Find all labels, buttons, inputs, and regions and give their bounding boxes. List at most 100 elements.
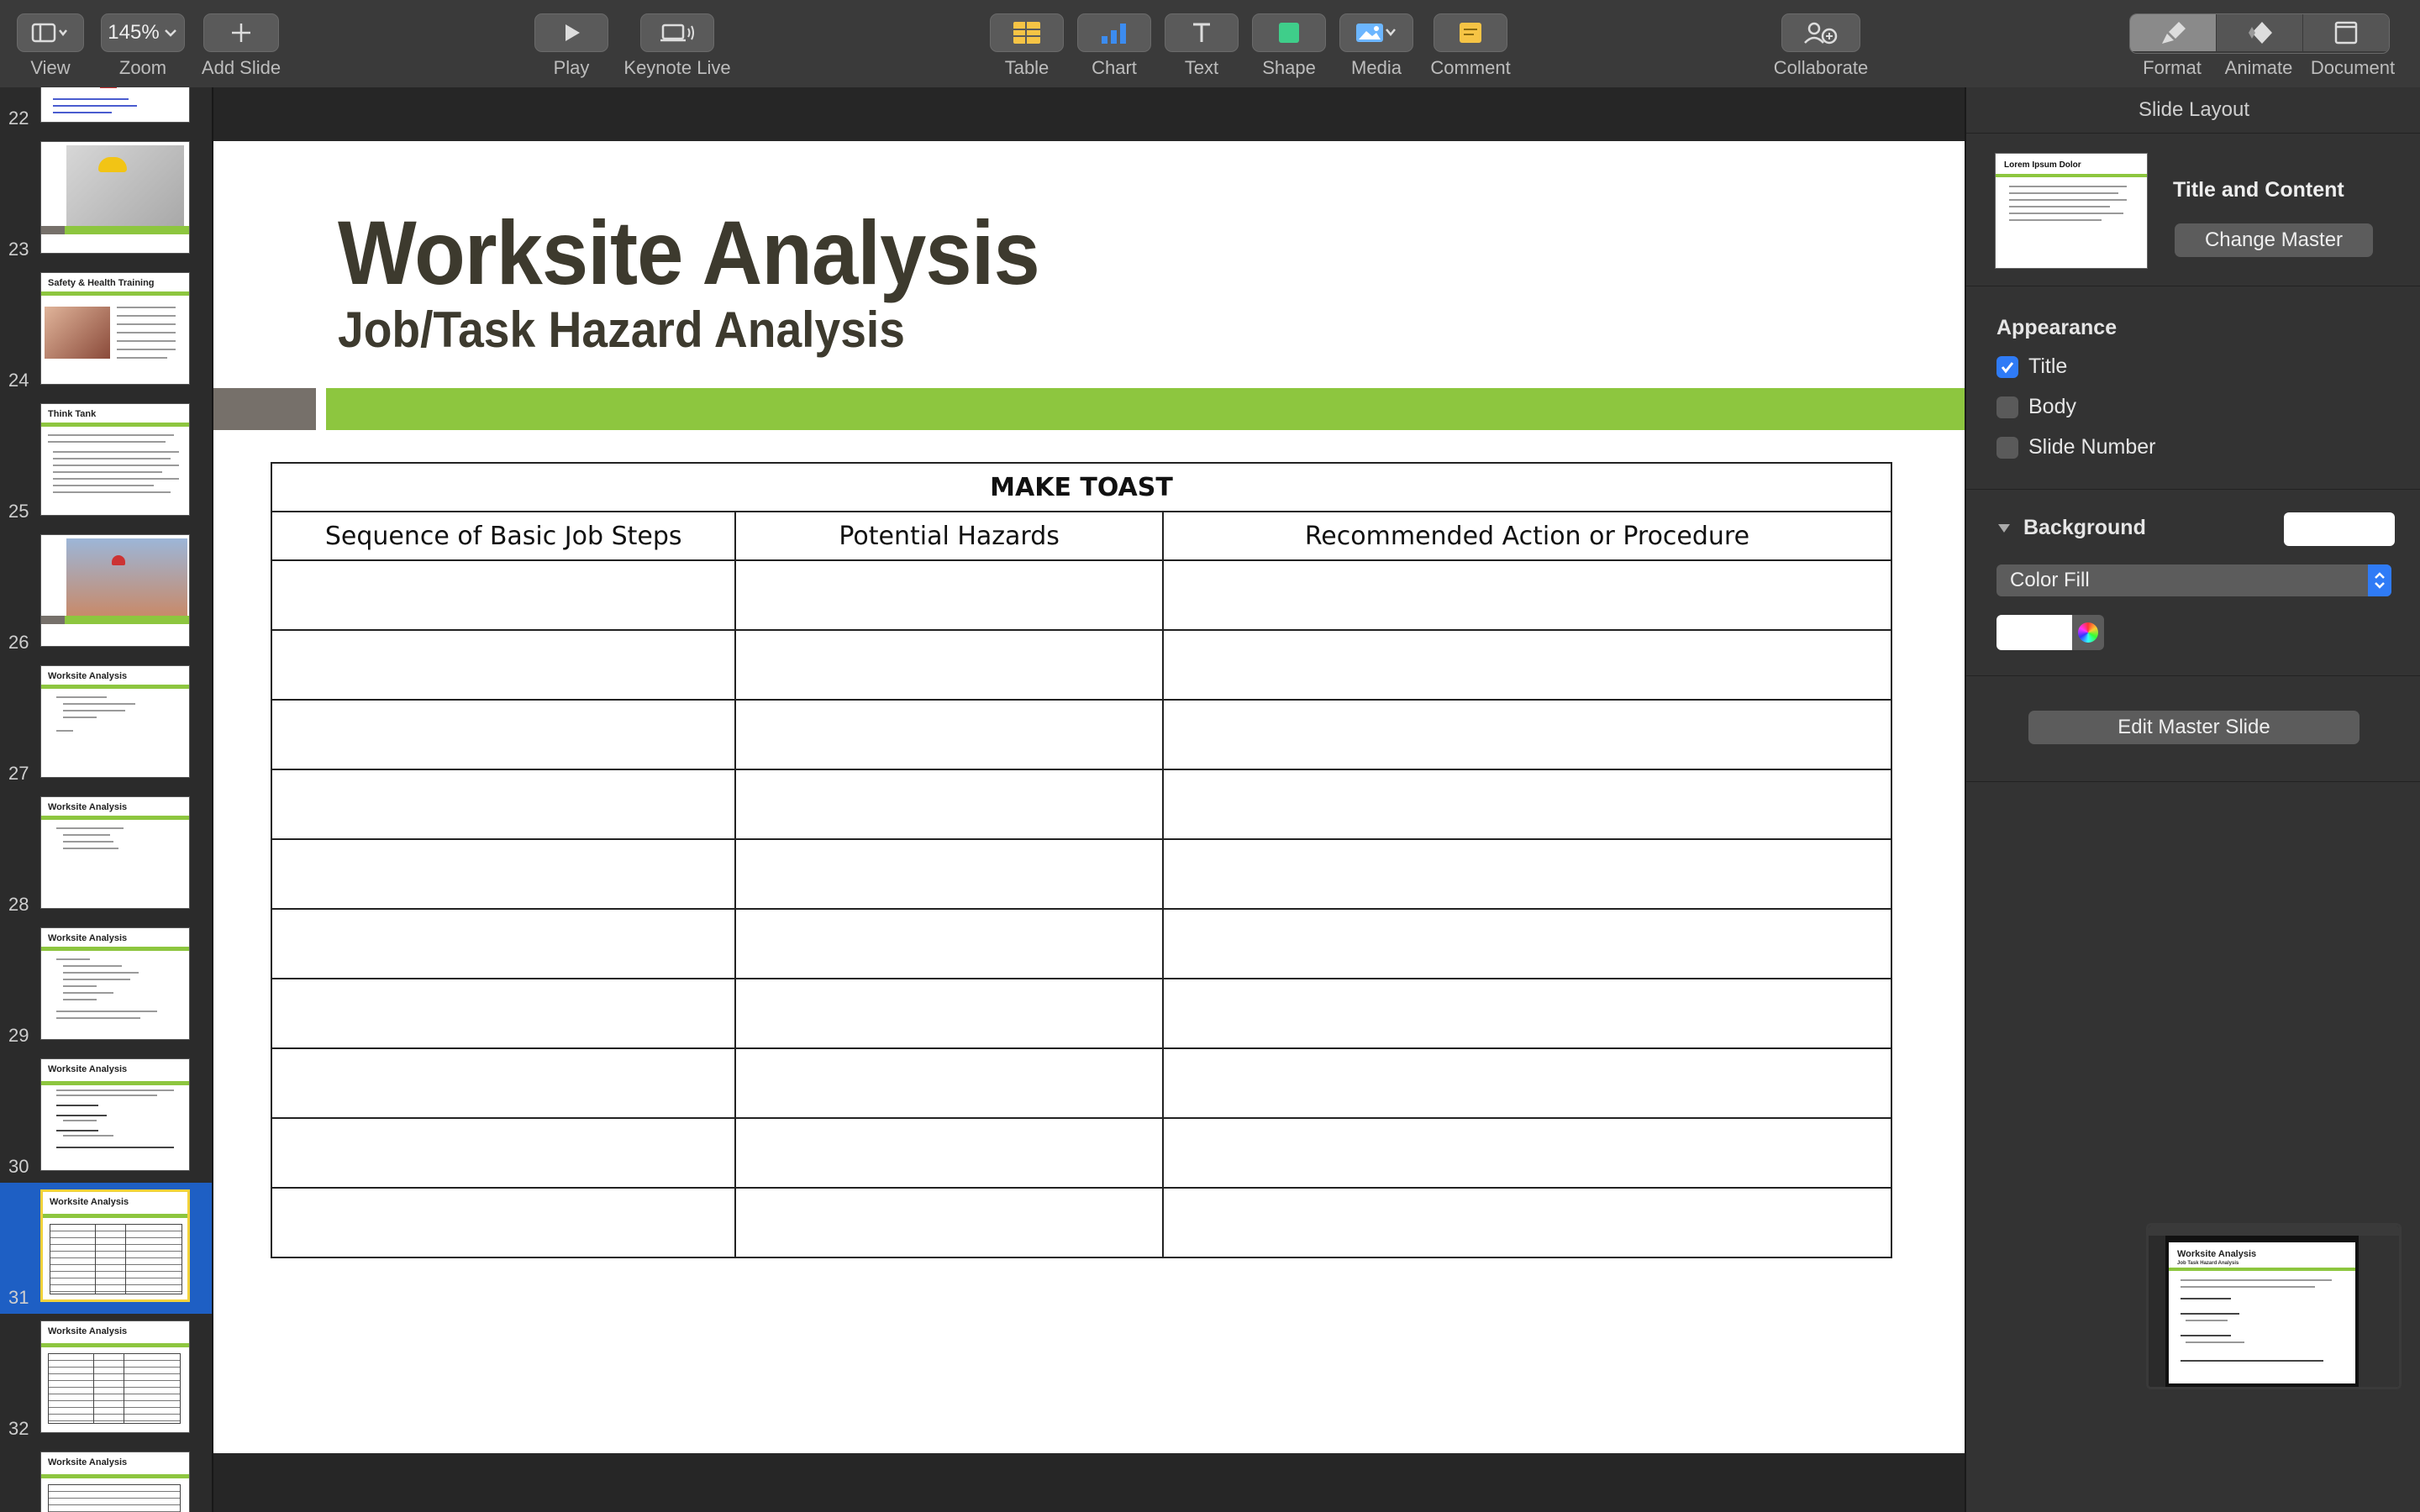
table-cell[interactable]: [270, 978, 737, 1049]
table-cell[interactable]: [734, 629, 1164, 701]
table-cell[interactable]: [734, 978, 1164, 1049]
table-caption[interactable]: MAKE TOAST: [271, 462, 1892, 512]
slide-thumb-22[interactable]: 22: [0, 87, 212, 134]
header-recommended-action[interactable]: Recommended Action or Procedure: [1161, 511, 1893, 561]
zoom-value: 145%: [108, 21, 160, 44]
disclosure-triangle-icon[interactable]: [1996, 521, 2012, 536]
table-cell[interactable]: [1161, 769, 1893, 840]
table-button[interactable]: [990, 13, 1064, 52]
title-checkbox[interactable]: [1996, 355, 2018, 378]
table-cell[interactable]: [1161, 978, 1893, 1049]
zoom-label: Zoom: [118, 57, 167, 78]
view-button[interactable]: [17, 13, 84, 52]
table-cell[interactable]: [270, 699, 737, 770]
animate-tab[interactable]: [2217, 14, 2303, 51]
table-cell[interactable]: [1161, 1187, 1893, 1258]
slide-thumb-25[interactable]: Think Tank 25: [0, 396, 212, 528]
slide-number-checkbox-row[interactable]: Slide Number: [1996, 435, 2155, 459]
zoom-tool[interactable]: 145% Zoom: [101, 13, 185, 78]
body-checkbox-row[interactable]: Body: [1996, 395, 2076, 419]
slide-thumb-30[interactable]: Worksite Analysis 30: [0, 1052, 212, 1183]
shape-tool[interactable]: Shape: [1252, 13, 1326, 78]
comment-tool[interactable]: Comment: [1430, 13, 1511, 78]
document-tab[interactable]: [2303, 14, 2389, 51]
slide-navigator[interactable]: 22 23 Safety & Health Training 24 Think …: [0, 87, 213, 1512]
table-cell[interactable]: [734, 699, 1164, 770]
table-cell[interactable]: [734, 1047, 1164, 1119]
table-cell[interactable]: [270, 1187, 737, 1258]
view-tool[interactable]: View: [17, 13, 84, 78]
hard-hat-shape: [98, 157, 127, 172]
background-heading[interactable]: Background: [1996, 516, 2146, 540]
table-cell[interactable]: [1161, 629, 1893, 701]
table-cell[interactable]: [1161, 1117, 1893, 1189]
table-cell[interactable]: [1161, 908, 1893, 979]
zoom-select[interactable]: 145%: [101, 13, 185, 52]
header-potential-hazards[interactable]: Potential Hazards: [734, 511, 1164, 561]
table-cell[interactable]: [1161, 1047, 1893, 1119]
layout-thumbnail[interactable]: Lorem Ipsum Dolor: [1995, 153, 2148, 269]
fill-color-well[interactable]: [1996, 615, 2072, 650]
body-checkbox[interactable]: [1996, 396, 2018, 418]
keynote-live-tool[interactable]: Keynote Live: [623, 13, 731, 78]
table-cell[interactable]: [270, 629, 737, 701]
table-cell[interactable]: [1161, 699, 1893, 770]
add-slide-tool[interactable]: Add Slide: [202, 13, 281, 78]
slide-number-checkbox[interactable]: [1996, 436, 2018, 459]
slide-canvas[interactable]: Worksite Analysis Job/Task Hazard Analys…: [213, 87, 1965, 1512]
play-button[interactable]: [534, 13, 608, 52]
table-cell[interactable]: [734, 838, 1164, 910]
table-cell[interactable]: [734, 1117, 1164, 1189]
slide-subtitle[interactable]: Job/Task Hazard Analysis: [338, 301, 905, 359]
window-preview[interactable]: Worksite Analysis Job Task Hazard Analys…: [2146, 1223, 2402, 1389]
play-tool[interactable]: Play: [534, 13, 608, 78]
table-cell[interactable]: [1161, 838, 1893, 910]
slide-thumb-28[interactable]: Worksite Analysis 28: [0, 790, 212, 921]
table-cell[interactable]: [734, 769, 1164, 840]
add-slide-label: Add Slide: [201, 57, 281, 78]
format-tab[interactable]: [2130, 14, 2217, 51]
add-slide-button[interactable]: [203, 13, 279, 52]
comment-button[interactable]: [1434, 13, 1507, 52]
hazard-analysis-table[interactable]: MAKE TOAST Sequence of Basic Job Steps P…: [270, 462, 1893, 1258]
edit-master-slide-button[interactable]: Edit Master Slide: [2028, 711, 2360, 744]
table-cell[interactable]: [270, 1047, 737, 1119]
table-cell[interactable]: [734, 1187, 1164, 1258]
slide-thumb-33[interactable]: Worksite Analysis: [0, 1445, 212, 1512]
background-color-swatch[interactable]: [2284, 512, 2395, 546]
text-button[interactable]: [1165, 13, 1239, 52]
keynote-live-button[interactable]: [640, 13, 714, 52]
table-tool[interactable]: Table: [990, 13, 1064, 78]
table-cell[interactable]: [1161, 559, 1893, 631]
table-cell[interactable]: [734, 908, 1164, 979]
media-button[interactable]: [1339, 13, 1413, 52]
collaborate-tool[interactable]: Collaborate: [1774, 13, 1868, 78]
table-cell[interactable]: [270, 838, 737, 910]
media-tool[interactable]: Media: [1339, 13, 1413, 78]
slide-thumb-29[interactable]: Worksite Analysis 29: [0, 921, 212, 1052]
header-job-steps[interactable]: Sequence of Basic Job Steps: [270, 511, 737, 561]
table-cell[interactable]: [270, 908, 737, 979]
change-master-button[interactable]: Change Master: [2175, 223, 2373, 257]
slide-thumb-26[interactable]: 26: [0, 528, 212, 659]
text-tool[interactable]: Text: [1165, 13, 1239, 78]
chart-button[interactable]: [1077, 13, 1151, 52]
table-cell[interactable]: [734, 559, 1164, 631]
current-slide[interactable]: Worksite Analysis Job/Task Hazard Analys…: [213, 141, 1965, 1453]
slide-thumb-31[interactable]: Worksite Analysis 31: [0, 1183, 212, 1314]
table-cell[interactable]: [270, 559, 737, 631]
slide-thumb-23[interactable]: 23: [0, 134, 212, 265]
slide-thumb-27[interactable]: Worksite Analysis 27: [0, 659, 212, 790]
title-checkbox-row[interactable]: Title: [1996, 354, 2067, 379]
chart-tool[interactable]: Chart: [1077, 13, 1151, 78]
fill-type-select[interactable]: Color Fill: [1996, 564, 2391, 596]
table-cell[interactable]: [270, 1117, 737, 1189]
shape-button[interactable]: [1252, 13, 1326, 52]
slide-thumb-24[interactable]: Safety & Health Training 24: [0, 265, 212, 396]
slide-thumb-32[interactable]: Worksite Analysis 32: [0, 1314, 212, 1445]
table-cell[interactable]: [270, 769, 737, 840]
color-wheel-button[interactable]: [2072, 615, 2104, 650]
slide-title[interactable]: Worksite Analysis: [338, 200, 1040, 305]
slide-number: 23: [8, 239, 29, 260]
collaborate-button[interactable]: [1781, 13, 1860, 52]
